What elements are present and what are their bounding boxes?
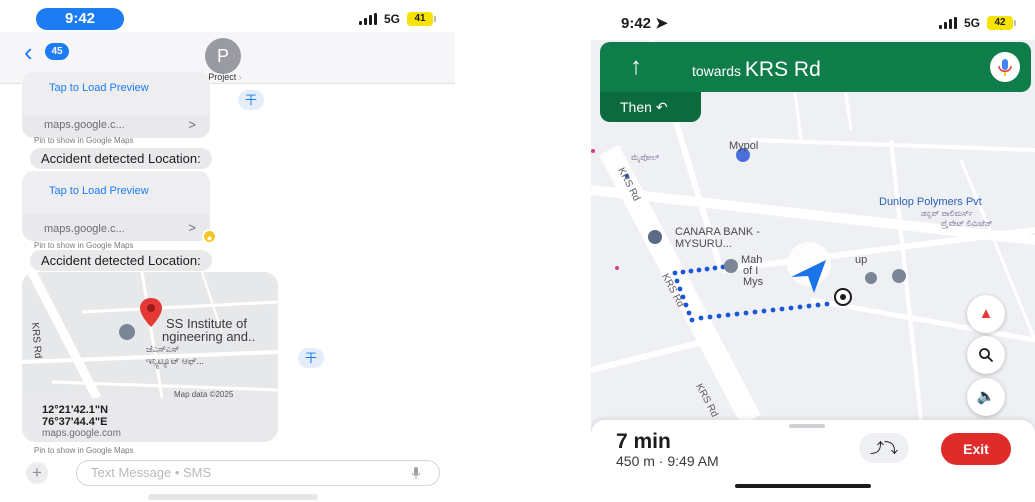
signal-icon	[358, 13, 377, 25]
message-input-placeholder: Text Message • SMS	[91, 465, 212, 480]
next-turn-hint[interactable]: Then ↶	[600, 92, 701, 122]
search-button[interactable]	[967, 336, 1005, 374]
network-label: 5G	[963, 16, 980, 30]
fork-icon: ⤴⤵	[870, 440, 898, 456]
speaker-icon: 🔈	[976, 388, 996, 405]
pin-hint: Pin to show in Google Maps	[34, 241, 134, 250]
avatar[interactable]: P	[205, 38, 241, 74]
longitude: 76°37'44.4"E	[42, 416, 108, 428]
sound-button[interactable]: 🔈	[967, 378, 1005, 416]
poi-label-kn: ಮೈಪೋಲ್	[631, 153, 660, 162]
eta-minutes: 7 min	[616, 430, 671, 453]
turn-left-icon: ↶	[655, 99, 668, 115]
home-indicator	[735, 484, 871, 488]
poi-label-kn: ಪ್ರೈವೇಟ್ ಲಿಮಿಟೆಡ್	[941, 219, 993, 228]
panel-grabber[interactable]	[789, 424, 825, 428]
street-name: KRS Rd	[744, 58, 821, 81]
status-time: 9:42 ➤	[621, 15, 668, 32]
poi-label[interactable]: Mypol	[729, 140, 758, 152]
microphone-icon[interactable]	[411, 467, 421, 480]
status-bar: 9:42 5G 41	[0, 0, 455, 30]
compass-icon: ▲	[978, 305, 994, 322]
trip-summary-panel[interactable]: 7 min 450 m · 9:49 AM ⤴⤵ Exit	[591, 420, 1035, 502]
poi-label[interactable]: CANARA BANK -	[675, 226, 760, 238]
pinned-icon: ●	[202, 229, 217, 244]
exit-button[interactable]: Exit	[941, 433, 1011, 465]
signal-icon	[938, 17, 957, 29]
towards-prefix: towards	[692, 63, 742, 79]
alternate-routes-button[interactable]: ⤴⤵	[859, 433, 909, 463]
poi-label-kn: ಡನ್ಲಪ್ ಪಾಲಿಮರ್ಸ್	[921, 209, 974, 218]
link-domain-row[interactable]: maps.google.c... >	[22, 116, 210, 138]
status-indicators: 5G 41	[358, 12, 436, 26]
link-domain-row[interactable]: maps.google.c... >	[22, 215, 210, 241]
link-preview-text[interactable]: Tap to Load Preview	[22, 171, 210, 215]
location-map-card[interactable]: KRS Rd SS Institute of ngineering and.. …	[22, 272, 278, 442]
status-indicators: 5G 42	[938, 16, 1016, 30]
pin-icon[interactable]: 干	[298, 348, 324, 368]
search-icon	[979, 348, 994, 363]
microphone-icon	[998, 59, 1012, 76]
map-place-name: ngineering and..	[162, 329, 256, 344]
poi-label[interactable]: Dunlop Polymers Pvt	[879, 196, 982, 208]
link-preview-card[interactable]: Tap to Load Preview maps.google.c... >	[22, 72, 210, 138]
message-bubble[interactable]: Accident detected Location:	[30, 250, 212, 271]
navigation-instruction[interactable]: ↑ towards KRS Rd	[600, 42, 1031, 92]
arrow-up-icon: ↑	[630, 53, 642, 80]
battery-icon: 41	[407, 12, 436, 26]
compass-button[interactable]: ▲	[967, 295, 1005, 333]
link-preview-card[interactable]: Tap to Load Preview maps.google.c... >	[22, 171, 210, 241]
messages-screen: 9:42 5G 41 ‹ 45 P Project › Tap to Load …	[0, 0, 455, 502]
pin-hint: Pin to show in Google Maps	[34, 446, 134, 455]
back-chevron-icon[interactable]: ‹	[24, 39, 33, 65]
chevron-right-icon: >	[188, 117, 196, 132]
message-composer: + Text Message • SMS	[0, 458, 455, 488]
navigation-screen: 9:42 ➤ 5G 42 ↑ towards KRS Rd Then ↶ Myp…	[591, 0, 1035, 502]
map-place-name-kn: ಇನ್ಸ್ಟಿಟ್ಯೂಟ್ ಆಫ್...	[146, 356, 205, 366]
poi-label: up	[855, 254, 868, 266]
message-bubble[interactable]: Accident detected Location:	[30, 148, 212, 169]
poi-label[interactable]: MYSURU...	[675, 238, 732, 250]
pin-hint: Pin to show in Google Maps	[34, 136, 134, 145]
status-time[interactable]: 9:42	[36, 8, 124, 30]
instruction-text: towards KRS Rd	[692, 58, 821, 82]
map-attribution: Map data ©2025	[174, 390, 234, 399]
poi-label: Mys	[743, 276, 764, 288]
then-label: Then	[620, 99, 652, 115]
coordinates: 12°21'42.1"N 76°37'44.4"E	[42, 404, 108, 428]
home-indicator	[148, 494, 318, 500]
link-domain: maps.google.c...	[44, 223, 125, 235]
voice-search-button[interactable]	[990, 52, 1020, 82]
eta-detail: 450 m · 9:49 AM	[616, 453, 719, 469]
network-label: 5G	[383, 12, 400, 26]
message-input[interactable]: Text Message • SMS	[76, 460, 440, 486]
unread-count-badge[interactable]: 45	[45, 43, 69, 60]
chevron-right-icon: >	[188, 220, 196, 235]
map-place-name-kn: ಜೆಎಸ್‌ಎಸ್	[146, 344, 180, 354]
map-url: maps.google.com	[42, 428, 121, 439]
status-bar: 9:42 ➤ 5G 42	[591, 0, 1035, 40]
link-domain: maps.google.c...	[44, 119, 125, 131]
latitude: 12°21'42.1"N	[42, 404, 109, 416]
pin-icon[interactable]: 干	[238, 90, 264, 110]
link-preview-text[interactable]: Tap to Load Preview	[22, 72, 210, 116]
location-arrow-icon: ➤	[655, 15, 668, 32]
battery-icon: 42	[987, 16, 1016, 30]
plus-icon[interactable]: +	[26, 462, 48, 484]
